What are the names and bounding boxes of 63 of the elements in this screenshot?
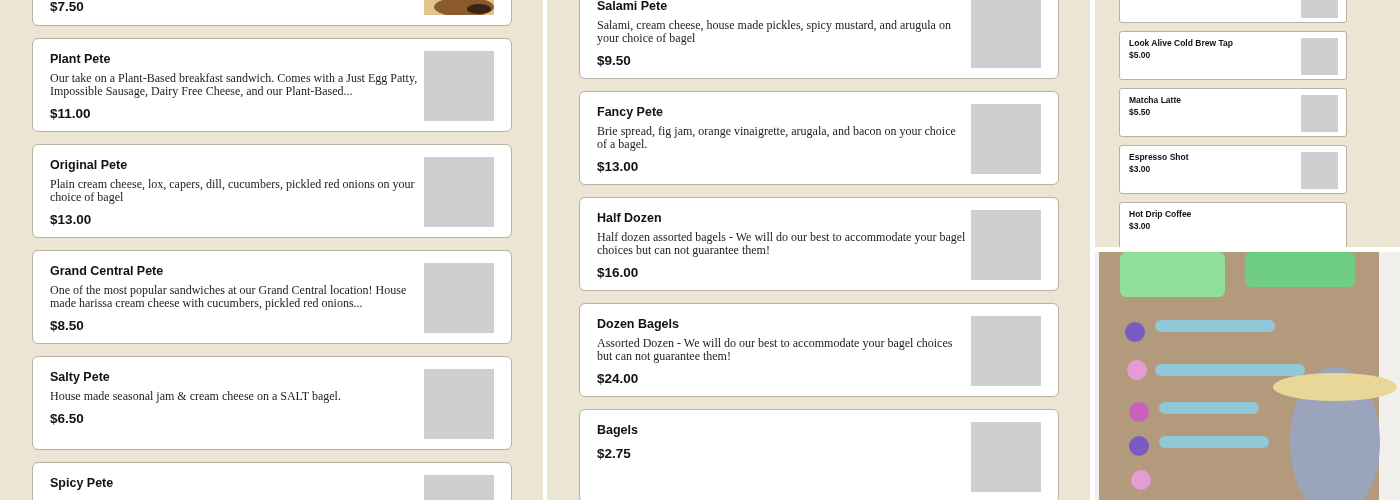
item-price: $5.00 [1129, 50, 1152, 61]
image-placeholder [424, 263, 494, 333]
item-price: $9.50 [597, 53, 632, 69]
item-price: $3.00 [1129, 164, 1152, 175]
menu-item-card[interactable]: Hot Drip Coffee $3.00 [1119, 202, 1347, 247]
item-title: Look Alive Cold Brew Tap [1129, 38, 1234, 49]
item-description: One of the most popular sandwiches at our Grand Central location! House made harissa cream cheese with cucumbers, pickled red onions... [50, 284, 408, 310]
menu-item-card[interactable]: Half Dozen Half dozen assorted bagels - We will do our best to accommodate your bagel choices but can not guarantee them! $16.00 [579, 197, 1059, 291]
menu-item-card[interactable]: Plant Pete Our take on a Plant-Based breakfast sandwich. Comes with a Just Egg Patty, Impossible Sausage, Dairy Free Cheese, and our Plant-Based... $11.00 [32, 38, 512, 132]
item-title: Grand Central Pete [50, 263, 165, 279]
image-placeholder [1301, 152, 1338, 189]
image-placeholder [424, 157, 494, 227]
item-title: Matcha Latte [1129, 95, 1182, 106]
item-price: $24.00 [597, 371, 640, 387]
item-title: Espresso Shot [1129, 152, 1190, 163]
menu-item-card[interactable]: Dozen Bagels Assorted Dozen - We will do our best to accommodate your bagel choices but can not guarantee them! $24.00 [579, 303, 1059, 397]
image-placeholder [971, 210, 1041, 280]
menu-item-card[interactable]: Salami Pete Salami, cream cheese, house made pickles, spicy mustard, and arugula on your choice of bagel $9.50 [579, 0, 1059, 79]
menu-item-card[interactable]: Grand Central Pete One of the most popular sandwiches at our Grand Central location! House made harissa cream cheese with cucumbers, pickled red onions... $8.50 [32, 250, 512, 344]
image-placeholder [1301, 38, 1338, 75]
item-price: $16.00 [597, 265, 640, 281]
item-title: Salty Pete [50, 369, 111, 385]
item-description: House made seasonal jam & cream cheese on a SALT bagel. [50, 390, 342, 403]
item-title: Bagels [597, 422, 639, 438]
image-placeholder [971, 316, 1041, 386]
item-description: Salami, cream cheese, house made pickles, spicy mustard, and arugula on your choice of bagel [597, 19, 952, 45]
image-placeholder [424, 369, 494, 439]
item-price: $13.00 [50, 212, 93, 228]
item-price: $13.00 [597, 159, 640, 175]
item-title: Dozen Bagels [597, 316, 680, 332]
item-description: Assorted Dozen - We will do our best to accommodate your bagel choices but can not guarantee them! [597, 337, 954, 363]
menu-item-card[interactable]: Look Alive Cold Brew Tap $5.00 [1119, 31, 1347, 80]
item-price: $3.00 [1129, 221, 1152, 232]
image-placeholder [971, 422, 1041, 492]
item-price: $6.50 [50, 411, 85, 427]
item-title: Fancy Pete [597, 104, 664, 120]
item-description: Half dozen assorted bagels - We will do our best to accommodate your bagel choices but can not guarantee them! [597, 231, 967, 257]
item-title: Plant Pete [50, 51, 112, 67]
menu-item-card[interactable]: Espresso Shot $3.00 [1119, 145, 1347, 194]
menu-item-card[interactable]: Fancy Pete Brie spread, fig jam, orange vinaigrette, arugala, and bacon on your choice of a bagel. $13.00 [579, 91, 1059, 185]
item-title: Salami Pete [597, 0, 669, 14]
item-price: $7.50 [50, 0, 85, 15]
menu-item-card[interactable]: Bagels $2.75 [579, 409, 1059, 500]
menu-item-card[interactable]: Matcha Latte $5.50 [1119, 88, 1347, 137]
image-placeholder [971, 0, 1041, 68]
item-description: Plain cream cheese, lox, capers, dill, cucumbers, pickled red onions on your choice of bagel [50, 178, 416, 204]
menu-item-card[interactable]: Spicy Pete [32, 462, 512, 500]
image-placeholder [424, 51, 494, 121]
item-price: $2.75 [597, 446, 632, 462]
menu-item-card[interactable]: Salty Pete House made seasonal jam & cream cheese on a SALT bagel. $6.50 [32, 356, 512, 450]
item-price: $5.50 [1129, 107, 1152, 118]
item-title: Original Pete [50, 157, 129, 173]
image-placeholder [1301, 95, 1338, 132]
item-title: Half Dozen [597, 210, 663, 226]
item-title: Hot Drip Coffee [1129, 209, 1193, 220]
image-placeholder [971, 104, 1041, 174]
item-description: Brie spread, fig jam, orange vinaigrette, arugala, and bacon on your choice of a bagel. [597, 125, 957, 151]
item-price: $8.50 [50, 318, 85, 334]
item-title: Spicy Pete [50, 475, 115, 491]
menu-item-card[interactable]: $7.50 [32, 0, 512, 26]
menu-item-card[interactable]: Original Pete Plain cream cheese, lox, capers, dill, cucumbers, pickled red onions on your choice of bagel $13.00 [32, 144, 512, 238]
item-description: Our take on a Plant-Based breakfast sandwich. Comes with a Just Egg Patty, Impossible Sausage, Dairy Free Cheese, and our Plant-Based... [50, 72, 419, 98]
item-price: $11.00 [50, 106, 92, 122]
